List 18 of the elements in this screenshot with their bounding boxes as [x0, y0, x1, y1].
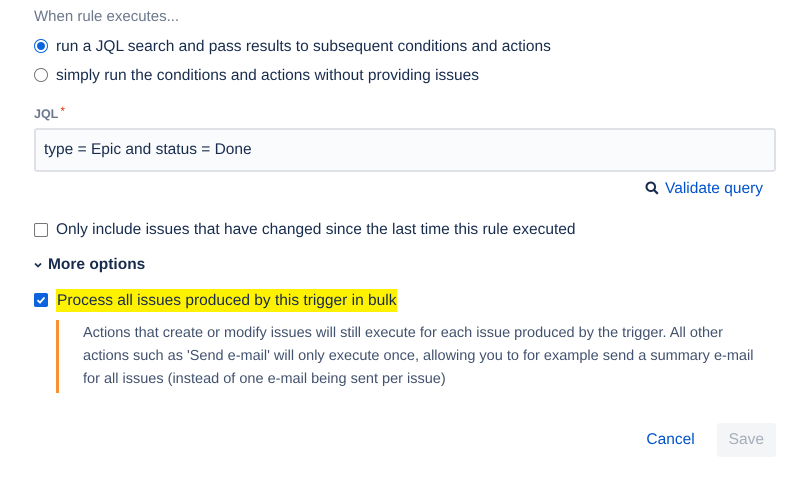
field-label: JQL [34, 106, 58, 123]
radio-label: run a JQL search and pass results to subsequent conditions and actions [56, 36, 551, 56]
radio-label: simply run the conditions and actions without providing issues [56, 66, 480, 86]
required-marker: * [60, 105, 65, 117]
checkbox-label: Process all issues produced by this trigger in bulk [56, 288, 398, 312]
radio-button[interactable] [34, 39, 48, 54]
section-heading: When rule executes... [34, 7, 180, 27]
cancel-button[interactable]: Cancel [634, 422, 707, 457]
jql-field[interactable]: type = Epic and status = Done [34, 128, 776, 172]
search-icon [645, 181, 660, 196]
radio-button[interactable] [34, 68, 48, 82]
checkbox-label: Only include issues that have changed since the last time this rule executed [56, 220, 576, 240]
info-note: Actions that create or modify issues will still execute for each issue produced by the trigger. All other actions such as 'Send e-mail' will only execute once, allowing you to for example send a summary e-mail for all issues (instead of one e-mail being sent per issue) [56, 320, 776, 393]
chevron-icon [34, 262, 42, 268]
more-options-toggle[interactable]: More options [34, 253, 146, 276]
checkbox[interactable] [34, 222, 48, 237]
checkbox[interactable] [34, 293, 48, 308]
validate-query-link[interactable]: Validate query [645, 176, 763, 200]
